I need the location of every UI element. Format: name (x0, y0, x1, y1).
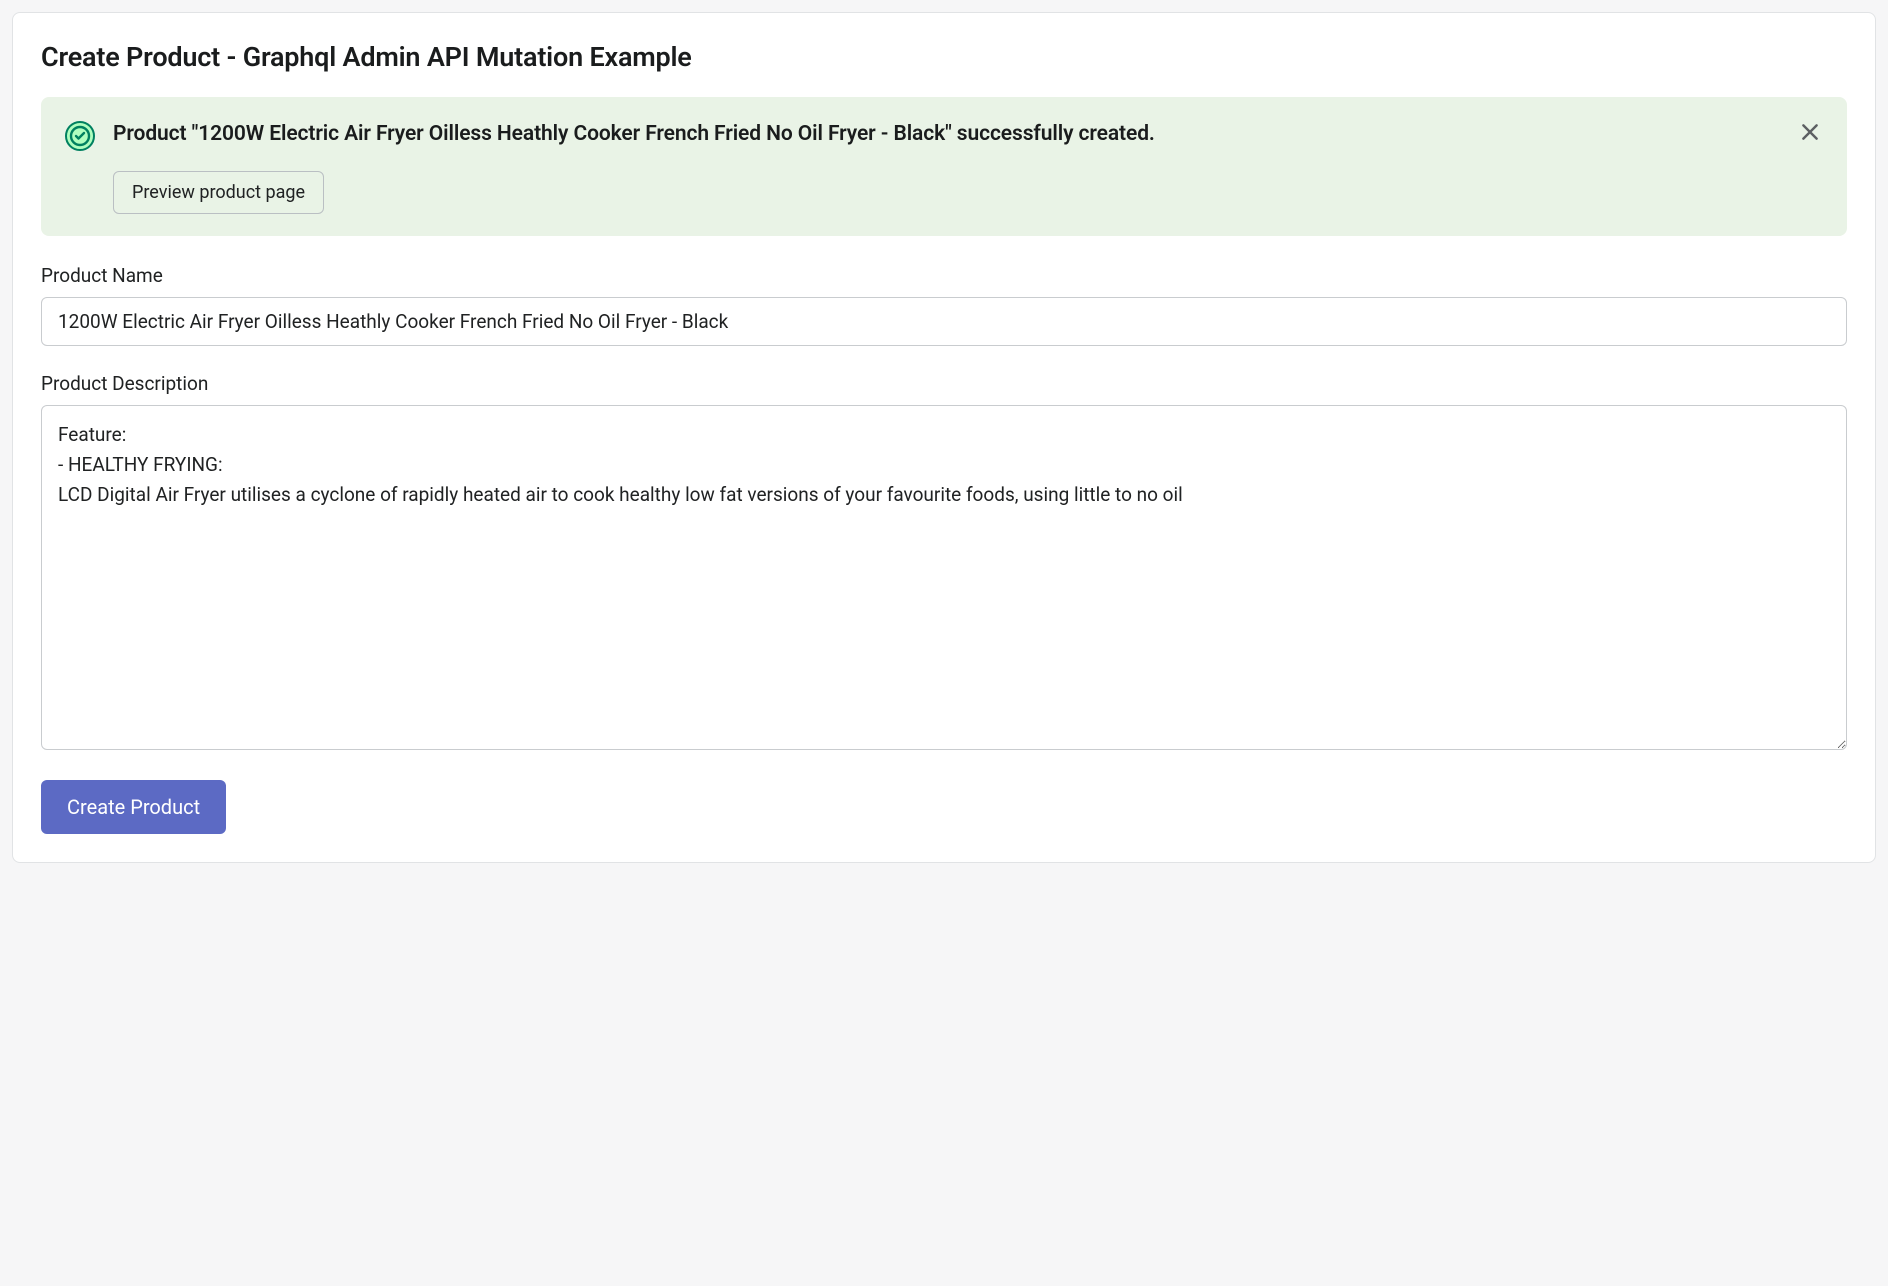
product-name-label: Product Name (41, 264, 1847, 287)
main-card: Create Product - Graphql Admin API Mutat… (12, 12, 1876, 863)
success-banner: Product "1200W Electric Air Fryer Oilles… (41, 97, 1847, 236)
banner-content: Product "1200W Electric Air Fryer Oilles… (113, 119, 1823, 214)
product-description-textarea[interactable] (41, 405, 1847, 750)
create-product-button[interactable]: Create Product (41, 780, 226, 834)
page-title: Create Product - Graphql Admin API Mutat… (41, 41, 1847, 73)
success-check-icon (65, 121, 95, 151)
banner-close-button[interactable] (1795, 117, 1825, 147)
product-name-input[interactable] (41, 297, 1847, 346)
banner-message: Product "1200W Electric Air Fryer Oilles… (113, 119, 1783, 151)
product-description-group: Product Description (41, 372, 1847, 754)
preview-product-button[interactable]: Preview product page (113, 171, 324, 214)
product-description-label: Product Description (41, 372, 1847, 395)
close-icon (1799, 121, 1821, 143)
product-name-group: Product Name (41, 264, 1847, 346)
